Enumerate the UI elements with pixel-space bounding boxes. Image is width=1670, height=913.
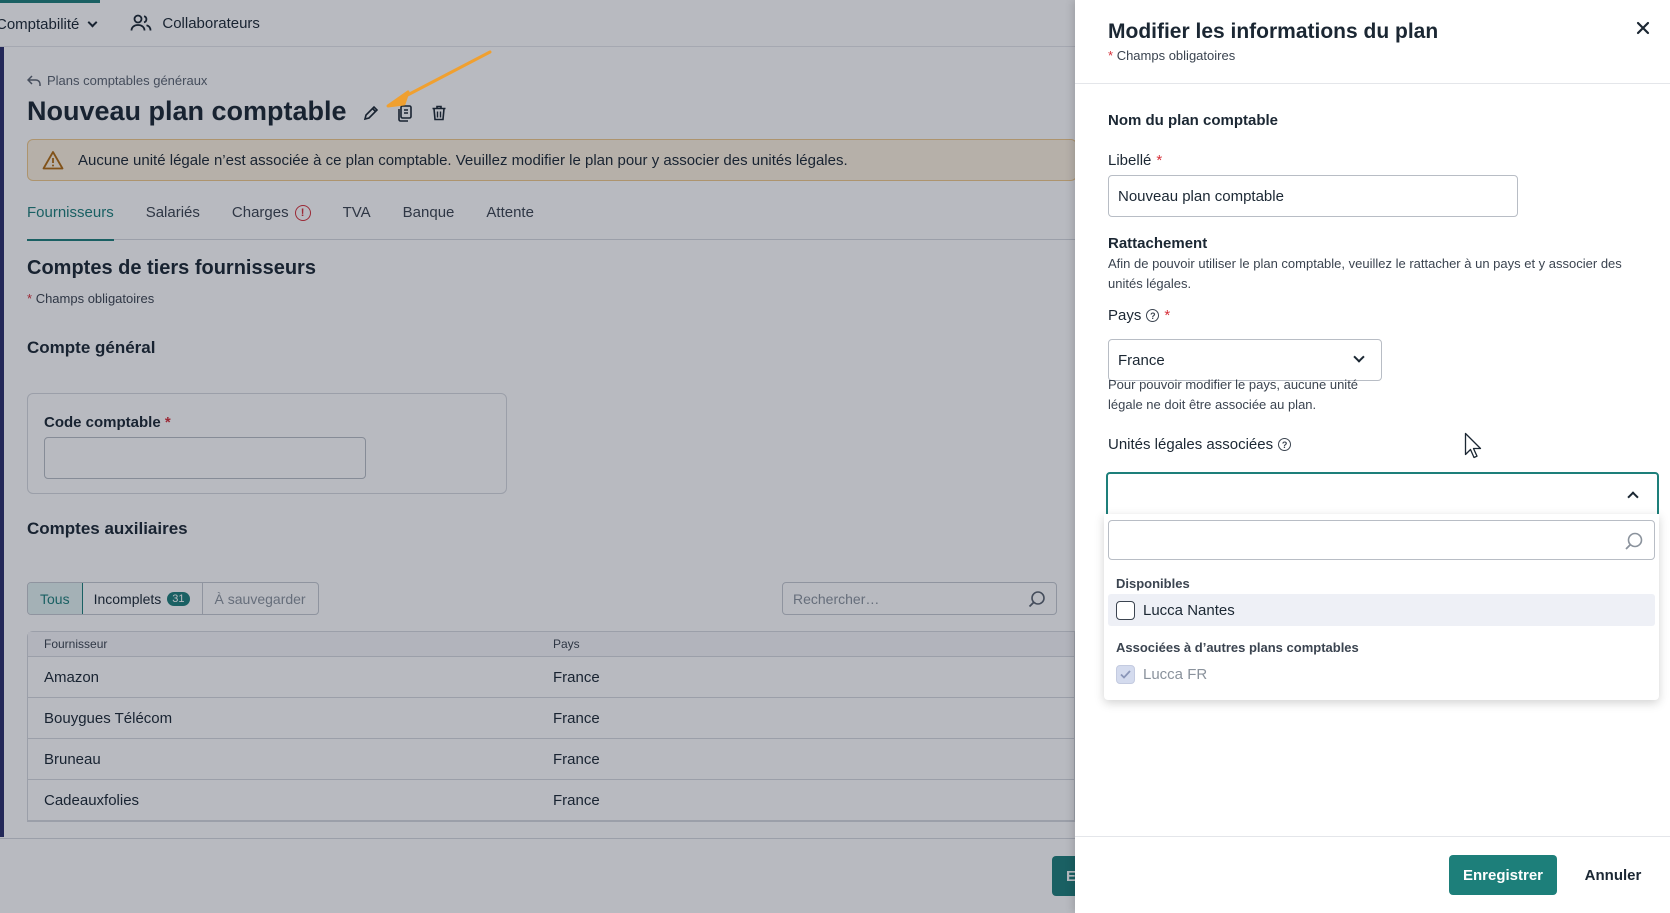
attachment-help: Afin de pouvoir utiliser le plan comptab… [1108,256,1622,291]
cancel-button[interactable]: Annuler [1573,855,1653,895]
chevron-up-icon [1627,491,1639,503]
save-button[interactable]: Enregistrer [1449,855,1557,895]
help-icon[interactable]: ? [1278,438,1292,451]
panel-header: Modifier les informations du plan * Cham… [1075,0,1670,84]
label-field-label: Libellé * [1108,152,1163,169]
main-page: Comptabilité Collaborateurs Plans compta… [0,0,1075,913]
panel-footer: Enregistrer Annuler [1075,836,1670,913]
units-label: Unités légales associées? [1108,436,1292,453]
panel-required-note-text: Champs obligatoires [1116,48,1236,63]
checkbox-unchecked-icon[interactable] [1116,600,1135,620]
country-label-text: Pays [1108,307,1142,324]
group-available: Disponibles [1116,576,1190,591]
panel-title: Modifier les informations du plan [1108,20,1439,43]
legal-units-dropdown: Disponibles Lucca Nantes Associées à d’a… [1104,514,1659,700]
mouse-cursor-icon [1464,432,1482,459]
dropdown-search-input[interactable] [1108,520,1655,560]
option-label: Lucca Nantes [1143,601,1235,619]
search-icon [1625,532,1643,550]
legal-units-multiselect[interactable] [1106,472,1659,518]
help-icon[interactable]: ? [1146,309,1160,322]
name-section-title: Nom du plan comptable [1108,112,1279,129]
panel-required-note: * Champs obligatoires [1108,48,1236,63]
option-lucca-fr: Lucca FR [1108,658,1655,690]
label-field-text: Libellé [1108,152,1152,169]
option-label: Lucca FR [1143,665,1208,683]
country-value: France [1118,351,1165,369]
option-lucca-nantes[interactable]: Lucca Nantes [1108,594,1655,626]
label-input[interactable] [1108,175,1518,217]
checkbox-checked-icon [1116,664,1135,684]
chevron-down-icon [1353,351,1365,363]
modal-backdrop[interactable] [0,0,1075,913]
group-other-plans: Associées à d’autres plans comptables [1116,640,1359,655]
close-button[interactable] [1631,16,1655,40]
country-help: Pour pouvoir modifier le pays, aucune un… [1108,377,1359,412]
country-label: Pays? * [1108,307,1171,324]
attachment-title: Rattachement [1108,235,1208,252]
edit-plan-panel: Modifier les informations du plan * Cham… [1075,0,1670,913]
units-label-text: Unités légales associées [1108,436,1274,453]
close-icon [1636,21,1650,35]
